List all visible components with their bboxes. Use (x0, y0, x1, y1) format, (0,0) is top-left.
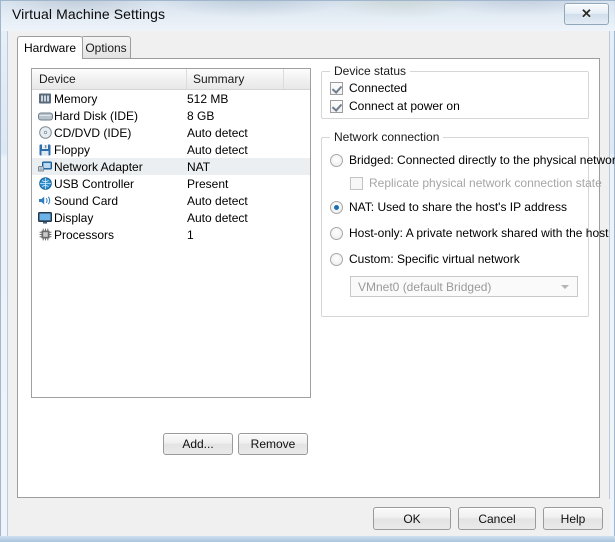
device-summary: Present (187, 176, 229, 191)
device-list-header: Device Summary (32, 69, 310, 90)
cpu-icon (36, 227, 54, 243)
device-name: Hard Disk (IDE) (54, 108, 139, 123)
table-row[interactable]: USB Controller Present (32, 175, 310, 192)
memory-icon (36, 91, 54, 107)
titlebar: Virtual Machine Settings ✕ (1, 1, 615, 31)
radio-bridged-label: Bridged: Connected directly to the physi… (349, 153, 615, 167)
help-button[interactable]: Help (543, 507, 603, 530)
ok-button[interactable]: OK (373, 507, 451, 530)
display-icon (36, 210, 54, 226)
usb-icon (36, 176, 54, 192)
device-status-group: Device status Connected Connect at power… (321, 64, 589, 119)
device-name: Display (54, 210, 94, 225)
device-name: Network Adapter (54, 159, 143, 174)
device-summary: 8 GB (187, 108, 215, 123)
table-row[interactable]: Processors 1 (32, 226, 310, 243)
vmnet-select[interactable]: VMnet0 (default Bridged) (350, 276, 578, 297)
device-name: Floppy (54, 142, 91, 157)
checkbox-icon (350, 176, 363, 190)
close-button[interactable]: ✕ (564, 3, 609, 25)
device-summary: 512 MB (187, 91, 229, 106)
checkbox-icon[interactable] (330, 99, 343, 113)
device-status-title: Device status (330, 64, 411, 78)
tab-hardware-label: Hardware (23, 41, 77, 55)
connected-label: Connected (349, 81, 408, 95)
desktop-sliver (0, 536, 615, 542)
cancel-button[interactable]: Cancel (458, 507, 536, 530)
table-row[interactable]: Display Auto detect (32, 209, 310, 226)
connect-at-power-on-checkbox-row[interactable]: Connect at power on (330, 99, 460, 113)
connect-at-power-on-label: Connect at power on (349, 99, 460, 113)
device-list-rows: Memory 512 MB Hard Disk (IDE) 8 GB CD/DV… (32, 90, 310, 243)
device-name: Sound Card (54, 193, 119, 208)
replicate-label: Replicate physical network connection st… (369, 176, 602, 190)
window-title: Virtual Machine Settings (12, 6, 166, 22)
harddisk-icon (36, 108, 54, 124)
radio-icon[interactable] (330, 200, 343, 214)
device-name: USB Controller (54, 176, 135, 191)
device-summary: 1 (187, 227, 194, 242)
table-row[interactable]: Floppy Auto detect (32, 141, 310, 158)
network-connection-group: Network connection Bridged: Connected di… (321, 130, 615, 317)
column-header-extra[interactable] (284, 69, 310, 89)
device-list[interactable]: Device Summary Memory 512 MB Hard Disk (… (31, 68, 311, 398)
column-header-device[interactable]: Device (32, 69, 187, 89)
device-summary: NAT (187, 159, 211, 174)
table-row[interactable]: Network Adapter NAT (32, 158, 310, 175)
table-row[interactable]: Sound Card Auto detect (32, 192, 310, 209)
network-icon (36, 159, 54, 175)
close-icon: ✕ (581, 6, 592, 21)
device-name: CD/DVD (IDE) (54, 125, 132, 140)
tab-options[interactable]: Options (81, 36, 131, 58)
table-row[interactable]: Memory 512 MB (32, 90, 310, 107)
window-frame: Virtual Machine Settings ✕ Hardware Opti… (0, 0, 615, 542)
tab-options-label: Options (85, 40, 127, 55)
radio-custom-label: Custom: Specific virtual network (349, 252, 520, 266)
radio-icon[interactable] (330, 252, 343, 266)
device-summary: Auto detect (187, 142, 248, 157)
client-area: Hardware Options Device Summary Memory 5… (7, 31, 615, 537)
screen: Virtual Machine Settings ✕ Hardware Opti… (0, 0, 615, 542)
device-summary: Auto detect (187, 125, 248, 140)
device-name: Memory (54, 91, 98, 106)
radio-bridged[interactable]: Bridged: Connected directly to the physi… (330, 153, 615, 167)
device-summary: Auto detect (187, 210, 248, 225)
radio-custom[interactable]: Custom: Specific virtual network (330, 252, 520, 266)
table-row[interactable]: Hard Disk (IDE) 8 GB (32, 107, 310, 124)
table-row[interactable]: CD/DVD (IDE) Auto detect (32, 124, 310, 141)
checkbox-icon[interactable] (330, 81, 343, 95)
device-name: Processors (54, 227, 115, 242)
cddvd-icon (36, 125, 54, 141)
radio-host-only[interactable]: Host-only: A private network shared with… (330, 226, 608, 240)
radio-host-only-label: Host-only: A private network shared with… (349, 226, 609, 240)
device-summary: Auto detect (187, 193, 248, 208)
connected-checkbox-row[interactable]: Connected (330, 81, 407, 95)
add-button[interactable]: Add... (163, 433, 233, 455)
chevron-down-icon (561, 284, 569, 289)
floppy-icon (36, 142, 54, 158)
column-header-summary[interactable]: Summary (187, 69, 284, 89)
network-connection-title: Network connection (330, 130, 444, 144)
tab-hardware[interactable]: Hardware (17, 36, 83, 59)
vmnet-select-value: VMnet0 (default Bridged) (358, 279, 492, 294)
hardware-tab-panel: Device Summary Memory 512 MB Hard Disk (… (17, 58, 615, 498)
radio-icon[interactable] (330, 153, 343, 167)
replicate-checkbox-row: Replicate physical network connection st… (350, 176, 602, 190)
remove-button[interactable]: Remove (238, 433, 308, 455)
radio-icon[interactable] (330, 226, 343, 240)
sound-icon (36, 193, 54, 209)
radio-nat-label: NAT: Used to share the host's IP address (349, 200, 567, 214)
radio-nat[interactable]: NAT: Used to share the host's IP address (330, 200, 567, 214)
